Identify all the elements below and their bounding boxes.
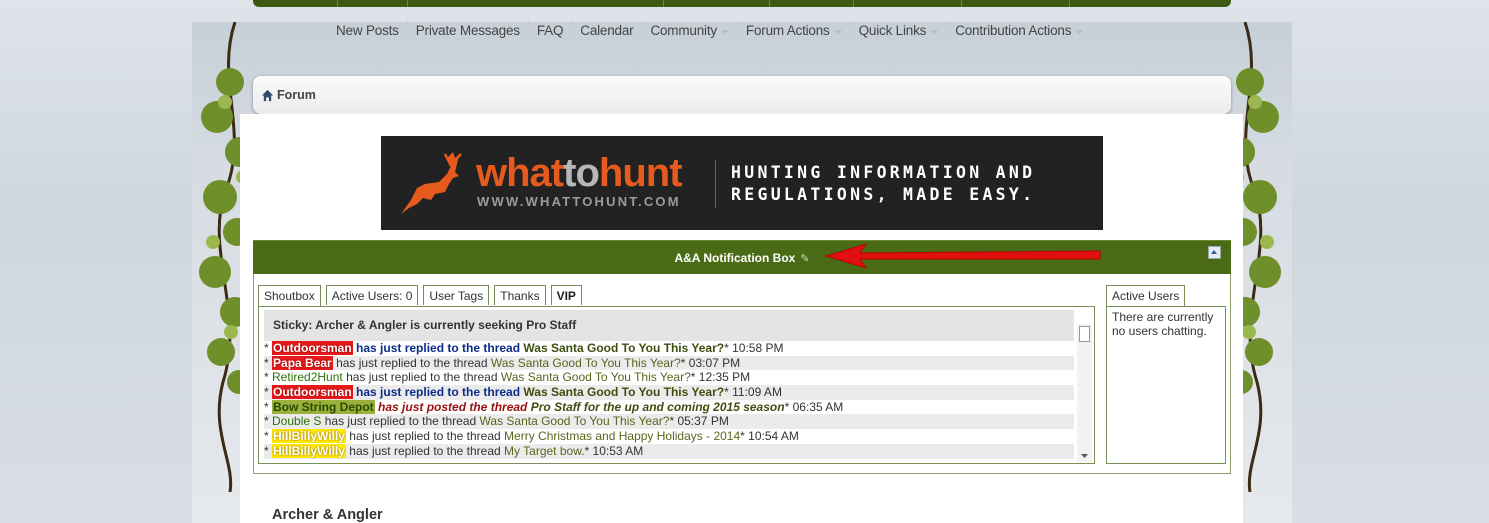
shoutbox-row: * Bow String Depot has just posted the t… (264, 399, 844, 414)
username-link[interactable]: Retired2Hunt (272, 370, 343, 384)
nav-new-posts[interactable]: New Posts (328, 20, 407, 42)
active-users-panel: There are currently no users chatting. (1106, 306, 1226, 464)
username-link[interactable]: Papa Bear (272, 355, 333, 370)
home-icon[interactable] (261, 89, 274, 102)
nav-quick-links[interactable]: Quick Links (851, 20, 947, 42)
pencil-icon[interactable]: ✎ (800, 252, 809, 265)
top-menu-divider (853, 0, 854, 7)
shoutbox-scrollbar[interactable] (1077, 324, 1092, 462)
thread-link[interactable]: Merry Christmas and Happy Holidays - 201… (504, 429, 740, 443)
top-menu-divider (663, 0, 664, 7)
nav-community[interactable]: Community (642, 20, 736, 42)
shoutbox-row: * HillBillyWilly has just replied to the… (264, 429, 799, 444)
username-link[interactable]: HillBillyWilly (272, 429, 346, 444)
top-menu-divider (337, 0, 338, 7)
advertisement-banner[interactable]: whattohunt WWW.WHATTOHUNT.COM HUNTING IN… (381, 136, 1103, 230)
nav-faq[interactable]: FAQ (529, 20, 571, 42)
scrollbar-thumb[interactable] (1079, 326, 1090, 342)
shoutbox-messages: * Outdoorsman has just replied to the th… (264, 341, 1074, 462)
username-link[interactable]: Outdoorsman (272, 385, 353, 400)
section-title: Archer & Angler (272, 507, 383, 523)
chevron-down-icon (1075, 30, 1084, 34)
notification-box-title: A&A Notification Box (674, 251, 796, 265)
chevron-down-icon (833, 30, 842, 34)
thread-link[interactable]: Was Santa Good To You This Year? (523, 341, 724, 355)
username-link[interactable]: Double S (272, 414, 321, 428)
red-arrow-annotation (824, 243, 1101, 269)
tab-active-users-panel[interactable]: Active Users (1106, 285, 1186, 306)
thread-link[interactable]: Was Santa Good To You This Year? (501, 370, 691, 384)
shoutbox-row: * Outdoorsman has just replied to the th… (264, 341, 784, 355)
top-menu-divider (769, 0, 770, 7)
top-menu-divider (961, 0, 962, 7)
shoutbox-tabs: Shoutbox Active Users: 0 User Tags Thank… (258, 285, 582, 306)
username-link[interactable]: Outdoorsman (272, 341, 353, 355)
nav-private-messages[interactable]: Private Messages (408, 20, 528, 42)
tab-vip[interactable]: VIP (550, 285, 582, 305)
shoutbox-row: * Retired2Hunt has just replied to the t… (264, 370, 751, 385)
shoutbox-row: * Papa Bear has just replied to the thre… (264, 355, 1074, 371)
sub-navigation: New Posts Private Messages FAQ Calendar … (328, 20, 1091, 42)
top-menu-bar (253, 0, 1231, 7)
active-users-panel-tab-wrapper: Active Users (1106, 285, 1186, 306)
username-link[interactable]: HillBillyWilly (272, 443, 346, 458)
nav-contribution-actions[interactable]: Contribution Actions (947, 20, 1091, 42)
tab-active-users[interactable]: Active Users: 0 (325, 285, 419, 305)
scroll-down-icon[interactable] (1077, 450, 1092, 462)
banner-tagline: HUNTING INFORMATION AND REGULATIONS, MAD… (731, 163, 1036, 204)
shoutbox-row: * Outdoorsman has just replied to the th… (264, 385, 1074, 400)
tab-user-tags[interactable]: User Tags (423, 285, 490, 305)
thread-link[interactable]: Was Santa Good To You This Year? (480, 414, 670, 428)
banner-divider (715, 160, 716, 208)
breadcrumb-forum-link[interactable]: Forum (277, 88, 316, 102)
breadcrumb: Forum (253, 76, 1231, 114)
tab-shoutbox[interactable]: Shoutbox (258, 285, 321, 306)
nav-calendar[interactable]: Calendar (572, 20, 641, 42)
active-users-message: There are currently no users chatting. (1112, 310, 1214, 338)
thread-link[interactable]: Was Santa Good To You This Year? (523, 385, 724, 399)
thread-link[interactable]: Pro Staff for the up and coming 2015 sea… (531, 400, 785, 414)
collapse-icon[interactable] (1208, 246, 1221, 259)
top-menu-divider (1069, 0, 1070, 7)
shoutbox-row: * Double S has just replied to the threa… (264, 414, 1074, 430)
shoutbox-row: * HillBillyWilly has just replied to the… (264, 443, 1074, 459)
tab-thanks[interactable]: Thanks (494, 285, 546, 305)
chevron-down-icon (720, 30, 729, 34)
deer-logo-icon (401, 152, 462, 214)
banner-url: WWW.WHATTOHUNT.COM (477, 194, 681, 209)
thread-link[interactable]: My Target bow. (504, 444, 584, 458)
chevron-down-icon (930, 30, 939, 34)
banner-logo-text: whattohunt (476, 151, 683, 195)
nav-forum-actions[interactable]: Forum Actions (738, 20, 850, 42)
username-link[interactable]: Bow String Depot (272, 399, 375, 414)
shoutbox-sticky-message: Sticky: Archer & Angler is currently see… (264, 310, 1074, 341)
top-menu-divider (407, 0, 408, 7)
thread-link[interactable]: Was Santa Good To You This Year? (491, 356, 681, 370)
